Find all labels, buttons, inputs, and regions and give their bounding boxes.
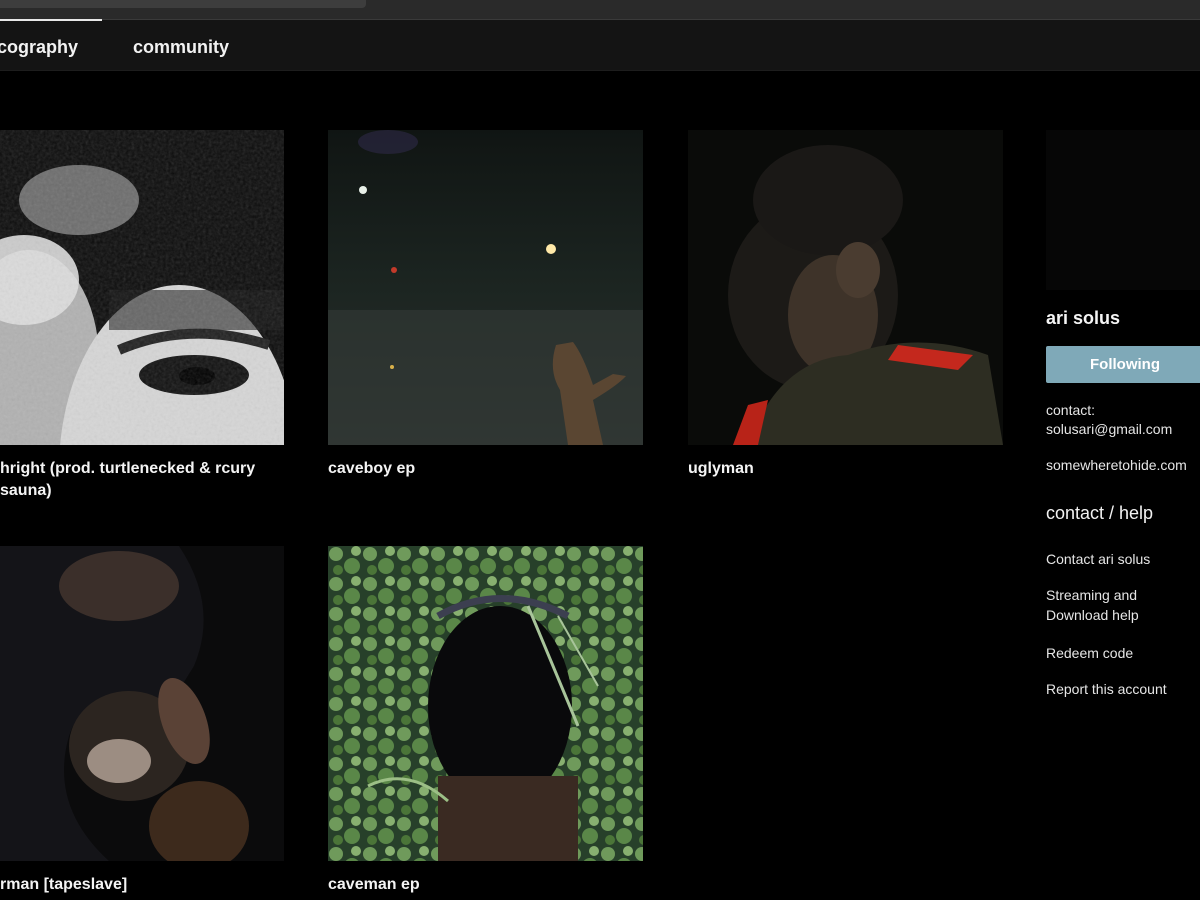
contact-label: contact: — [1046, 402, 1096, 418]
album-cover[interactable] — [688, 130, 1003, 445]
following-button[interactable]: Following — [1046, 346, 1200, 383]
contact-help-heading: contact / help — [1046, 503, 1154, 523]
contact-artist-link[interactable]: Contact ari solus — [1046, 549, 1150, 569]
album-title[interactable]: caveboy ep — [328, 458, 643, 480]
redeem-code-link[interactable]: Redeem code — [1046, 643, 1133, 663]
album-cover[interactable] — [0, 130, 284, 445]
streaming-help-link[interactable]: Streaming and Download help — [1046, 585, 1139, 625]
album-cover-art — [688, 130, 1003, 445]
album-cover[interactable] — [328, 130, 643, 445]
album-cover[interactable] — [328, 546, 643, 861]
artist-nav-bar: discography community — [0, 19, 1200, 71]
album-cover-art — [328, 546, 643, 861]
album-title[interactable]: rman [tapeslave] — [0, 874, 280, 896]
album-cover[interactable] — [0, 546, 284, 861]
streaming-help-line1: Streaming and — [1046, 587, 1138, 603]
album-title[interactable]: uglyman — [688, 458, 1003, 480]
bandcamp-artist-page: discography community hright (prod. tur — [0, 0, 1200, 900]
tab-discography[interactable]: discography — [0, 19, 103, 70]
artist-name[interactable]: ari solus — [1046, 308, 1120, 329]
album-cover-art — [0, 130, 284, 445]
streaming-help-line2: Download help — [1046, 607, 1139, 623]
report-account-link[interactable]: Report this account — [1046, 679, 1167, 699]
address-bar[interactable] — [0, 0, 366, 8]
artist-profile-image[interactable] — [1046, 130, 1200, 290]
album-title[interactable]: caveman ep — [328, 874, 643, 896]
album-cover-art — [0, 546, 284, 861]
contact-email: solusari@gmail.com — [1046, 421, 1173, 437]
tab-discography-label: discography — [0, 37, 79, 57]
album-title[interactable]: hright (prod. turtlenecked & rcury sauna… — [0, 458, 280, 502]
tab-community[interactable]: community — [133, 20, 229, 70]
artist-website-link[interactable]: somewheretohide.com — [1046, 457, 1187, 473]
browser-top-strip — [0, 0, 1200, 20]
album-cover-art — [328, 130, 643, 445]
